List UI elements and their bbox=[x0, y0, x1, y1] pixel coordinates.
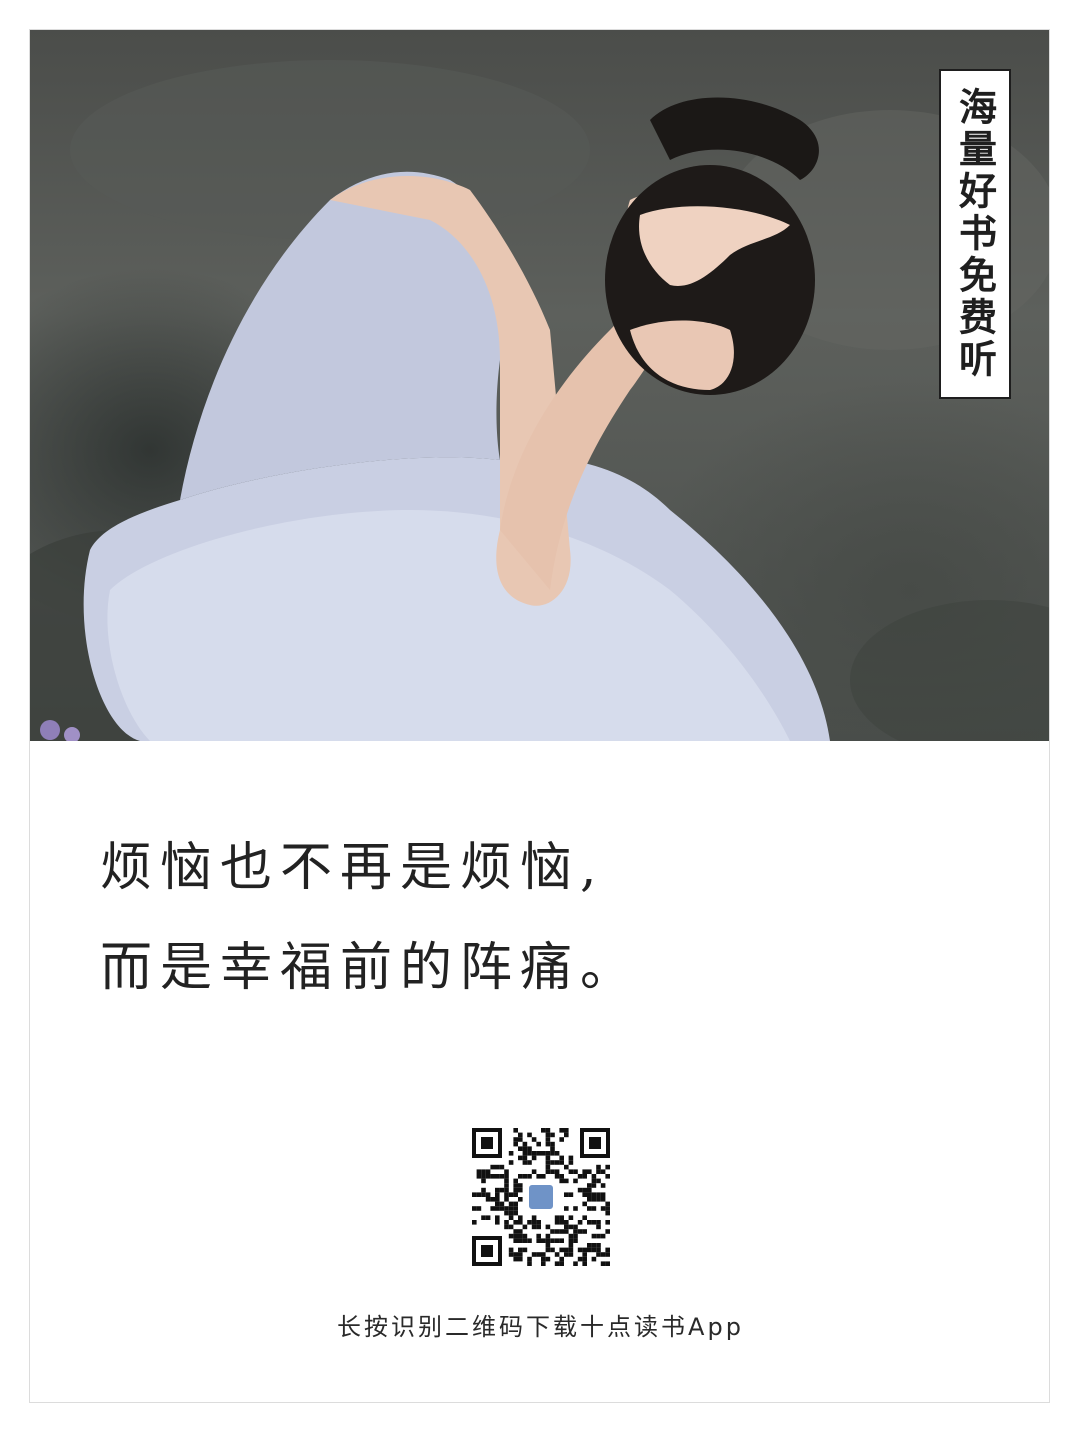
poster-card: 海量好书免费听 烦恼也不再是烦恼, 而是幸福前的阵痛。 长按识别二维码下载十点读… bbox=[29, 29, 1050, 1403]
quote-line-2: 而是幸福前的阵痛。 bbox=[100, 938, 641, 998]
woman-photo-illustration bbox=[30, 60, 1049, 741]
quote: 烦恼也不再是烦恼, 而是幸福前的阵痛。 bbox=[100, 818, 640, 1018]
quote-line-1: 烦恼也不再是烦恼, bbox=[100, 838, 605, 898]
app-logo-icon bbox=[527, 1183, 555, 1211]
qr-code[interactable] bbox=[472, 1128, 610, 1266]
side-tag-text: 海量好书免费听 bbox=[952, 87, 997, 381]
download-caption: 长按识别二维码下载十点读书App bbox=[337, 1313, 744, 1341]
side-tag: 海量好书免费听 bbox=[939, 69, 1011, 399]
photo: 海量好书免费听 bbox=[30, 30, 1049, 741]
